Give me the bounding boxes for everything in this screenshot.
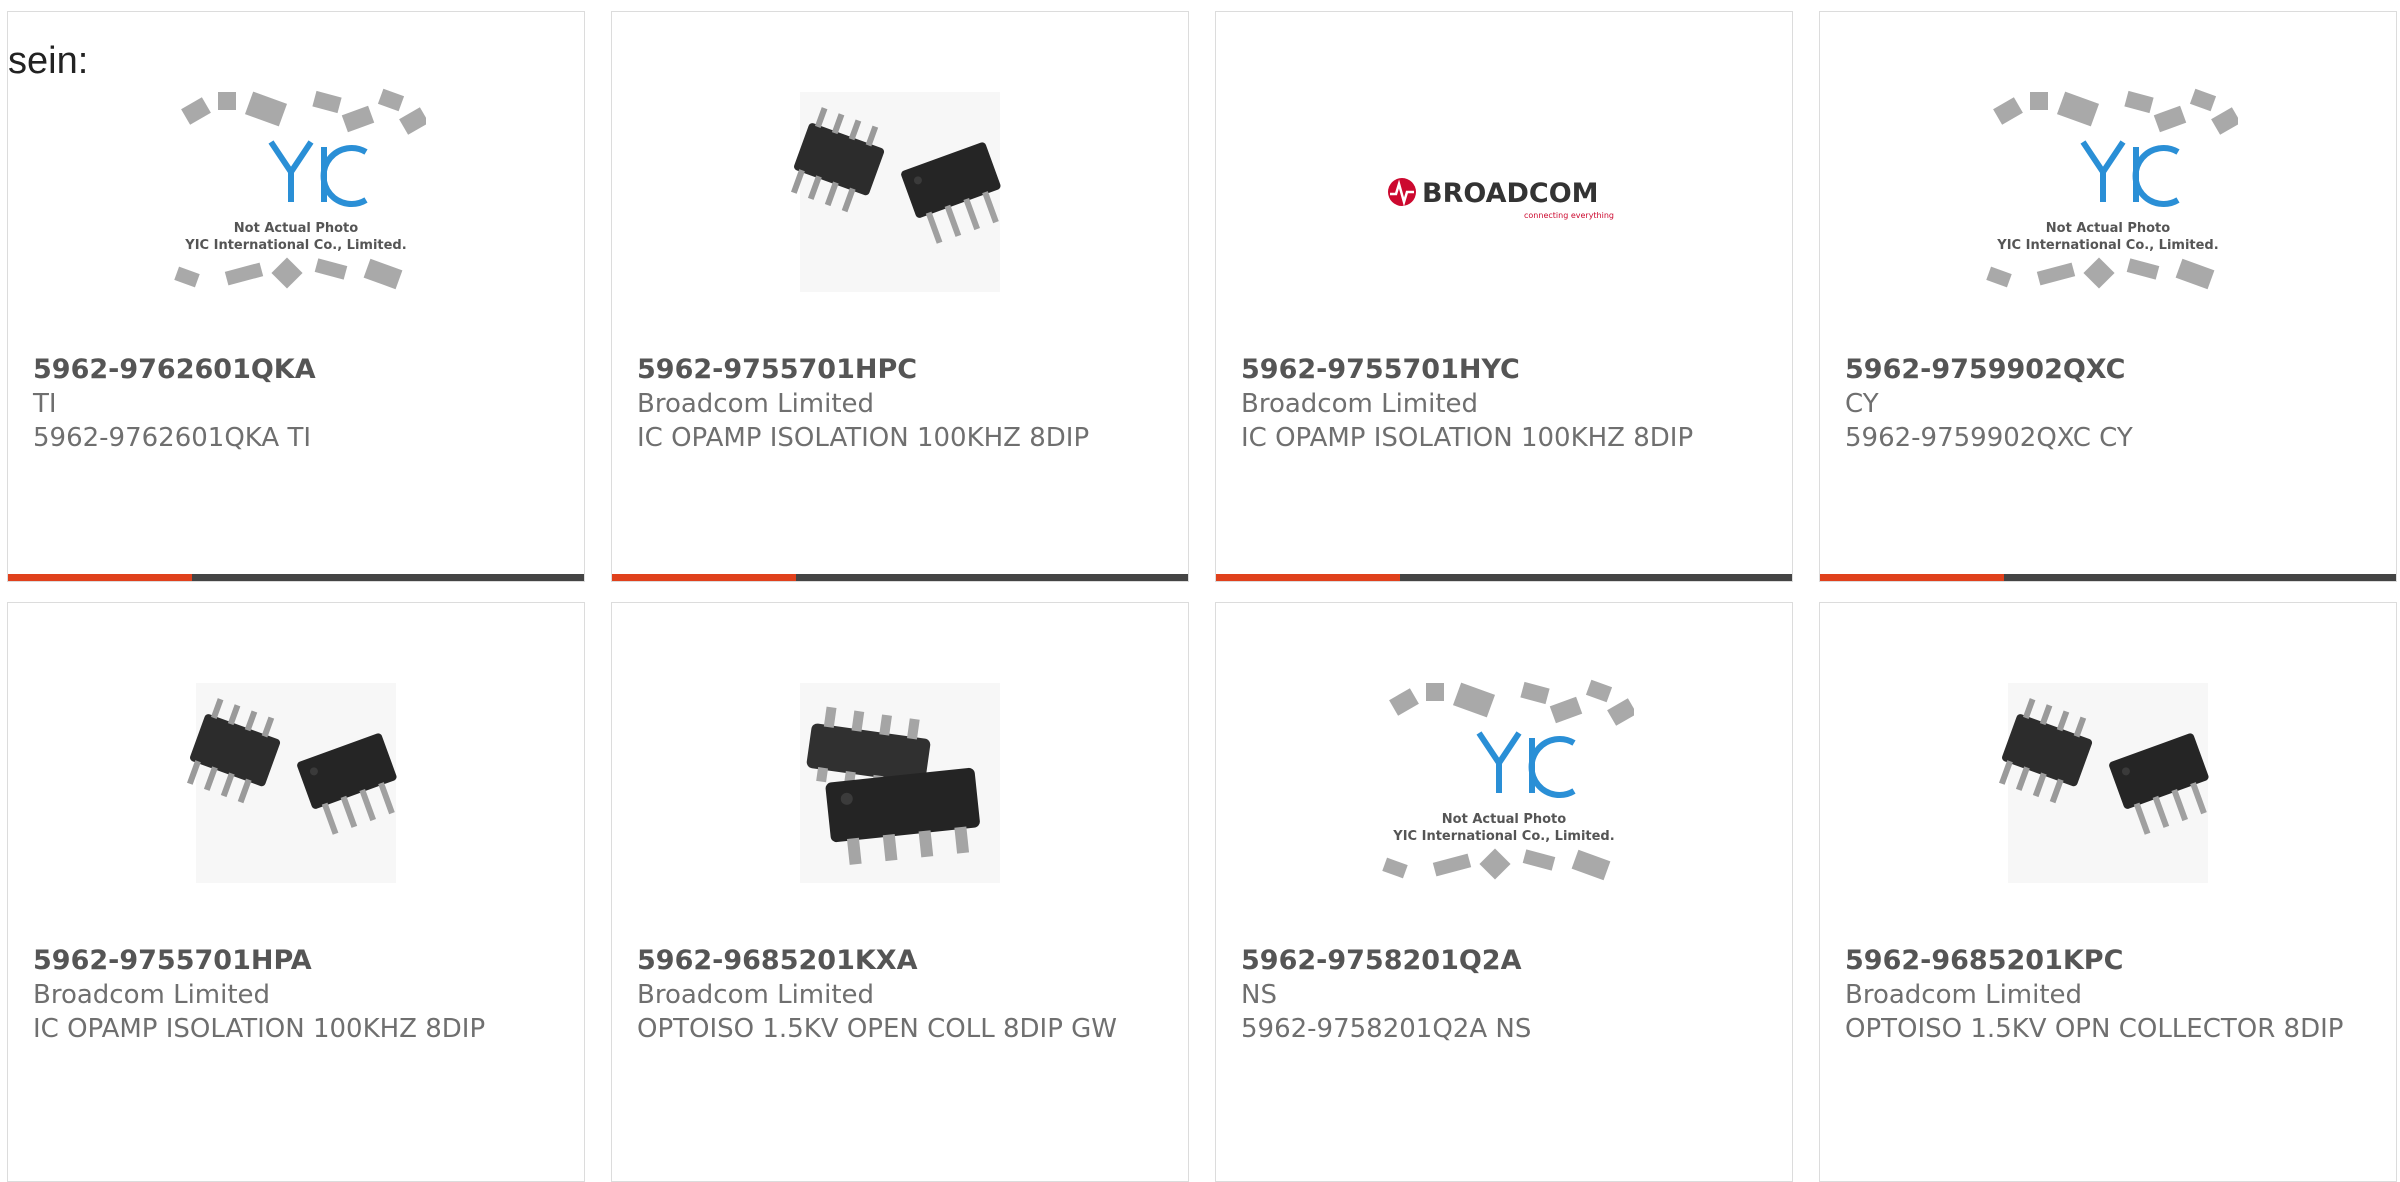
broadcom-logo-icon: BROADCOM connecting everything — [1388, 178, 1614, 220]
description: IC OPAMP ISOLATION 100KHZ 8DIP — [637, 423, 1090, 453]
card-bottom-bar — [1216, 574, 1792, 581]
manufacturer: Broadcom Limited — [1845, 980, 2083, 1010]
dip8-chip-photo-icon — [791, 92, 1001, 292]
dip8-chip-photo-icon — [1999, 683, 2209, 883]
description: 5962-9758201Q2A NS — [1241, 1014, 1532, 1044]
product-info: 5962-9755701HPC Broadcom Limited IC OPAM… — [637, 353, 1170, 455]
placeholder-line2: YIC International Co., Limited. — [1996, 238, 2218, 253]
part-number[interactable]: 5962-9755701HPC — [637, 353, 1170, 387]
manufacturer: TI — [33, 389, 57, 419]
yic-placeholder-photo-icon: Not Actual Photo YIC International Co., … — [174, 88, 426, 290]
part-number[interactable]: 5962-9755701HPA — [33, 944, 566, 978]
product-info: 5962-9762601QKA TI 5962-9762601QKA TI — [33, 353, 566, 455]
product-image[interactable]: BROADCOM connecting everything — [1374, 82, 1634, 302]
product-card[interactable]: 5962-9755701HPC Broadcom Limited IC OPAM… — [611, 11, 1189, 582]
manufacturer: Broadcom Limited — [33, 980, 271, 1010]
dip8-chip-photo-icon — [187, 683, 397, 883]
product-info: 5962-9685201KXA Broadcom Limited OPTOISO… — [637, 944, 1170, 1046]
product-info: 5962-9759902QXC CY 5962-9759902QXC CY — [1845, 353, 2378, 455]
product-card[interactable]: 5962-9685201KXA Broadcom Limited OPTOISO… — [611, 602, 1189, 1182]
broadcom-logo-text: BROADCOM — [1422, 178, 1599, 209]
part-number[interactable]: 5962-9685201KPC — [1845, 944, 2378, 978]
manufacturer: Broadcom Limited — [637, 389, 875, 419]
description: OPTOISO 1.5KV OPEN COLL 8DIP GW — [637, 1014, 1118, 1044]
manufacturer: Broadcom Limited — [637, 980, 875, 1010]
smd8-chip-photo-icon — [800, 683, 1000, 883]
product-image[interactable] — [770, 82, 1030, 302]
product-image[interactable]: Not Actual Photo YIC International Co., … — [1374, 673, 1634, 893]
placeholder-line1: Not Actual Photo — [234, 221, 358, 236]
product-info: 5962-9758201Q2A NS 5962-9758201Q2A NS — [1241, 944, 1774, 1046]
description: 5962-9759902QXC CY — [1845, 423, 2133, 453]
placeholder-line1: Not Actual Photo — [2046, 221, 2170, 236]
part-number[interactable]: 5962-9759902QXC — [1845, 353, 2378, 387]
manufacturer: NS — [1241, 980, 1277, 1010]
product-info: 5962-9685201KPC Broadcom Limited OPTOISO… — [1845, 944, 2378, 1046]
description: IC OPAMP ISOLATION 100KHZ 8DIP — [33, 1014, 486, 1044]
description: IC OPAMP ISOLATION 100KHZ 8DIP — [1241, 423, 1694, 453]
card-bottom-bar — [8, 574, 584, 581]
part-number[interactable]: 5962-9755701HYC — [1241, 353, 1774, 387]
product-card[interactable]: 5962-9685201KPC Broadcom Limited OPTOISO… — [1819, 602, 2397, 1182]
part-number[interactable]: 5962-9758201Q2A — [1241, 944, 1774, 978]
yic-placeholder-photo-icon: Not Actual Photo YIC International Co., … — [1382, 679, 1634, 881]
card-bottom-bar — [612, 574, 1188, 581]
product-card[interactable]: Not Actual Photo YIC International Co., … — [7, 11, 585, 582]
description: 5962-9762601QKA TI — [33, 423, 312, 453]
card-accent — [1216, 574, 1400, 581]
card-accent — [8, 574, 192, 581]
yic-placeholder-photo-icon: Not Actual Photo YIC International Co., … — [1986, 88, 2238, 290]
manufacturer: Broadcom Limited — [1241, 389, 1479, 419]
product-card[interactable]: Not Actual Photo YIC International Co., … — [1819, 11, 2397, 582]
product-image[interactable] — [770, 673, 1030, 893]
card-accent — [612, 574, 796, 581]
product-card[interactable]: BROADCOM connecting everything 5962-9755… — [1215, 11, 1793, 582]
broadcom-tagline: connecting everything — [1524, 211, 1614, 220]
part-number[interactable]: 5962-9685201KXA — [637, 944, 1170, 978]
product-info: 5962-9755701HYC Broadcom Limited IC OPAM… — [1241, 353, 1774, 455]
product-image[interactable] — [166, 673, 426, 893]
part-number[interactable]: 5962-9762601QKA — [33, 353, 566, 387]
card-bottom-bar — [1820, 574, 2396, 581]
intro-text: sein: — [8, 40, 89, 82]
product-image[interactable]: Not Actual Photo YIC International Co., … — [1978, 82, 2238, 302]
product-info: 5962-9755701HPA Broadcom Limited IC OPAM… — [33, 944, 566, 1046]
manufacturer: CY — [1845, 389, 1879, 419]
description: OPTOISO 1.5KV OPN COLLECTOR 8DIP — [1845, 1014, 2344, 1044]
placeholder-line2: YIC International Co., Limited. — [184, 238, 406, 253]
product-image[interactable]: Not Actual Photo YIC International Co., … — [166, 82, 426, 302]
product-card[interactable]: 5962-9755701HPA Broadcom Limited IC OPAM… — [7, 602, 585, 1182]
placeholder-line1: Not Actual Photo — [1442, 812, 1566, 827]
placeholder-line2: YIC International Co., Limited. — [1392, 829, 1614, 844]
product-image[interactable] — [1978, 673, 2238, 893]
product-card[interactable]: Not Actual Photo YIC International Co., … — [1215, 602, 1793, 1182]
card-accent — [1820, 574, 2004, 581]
